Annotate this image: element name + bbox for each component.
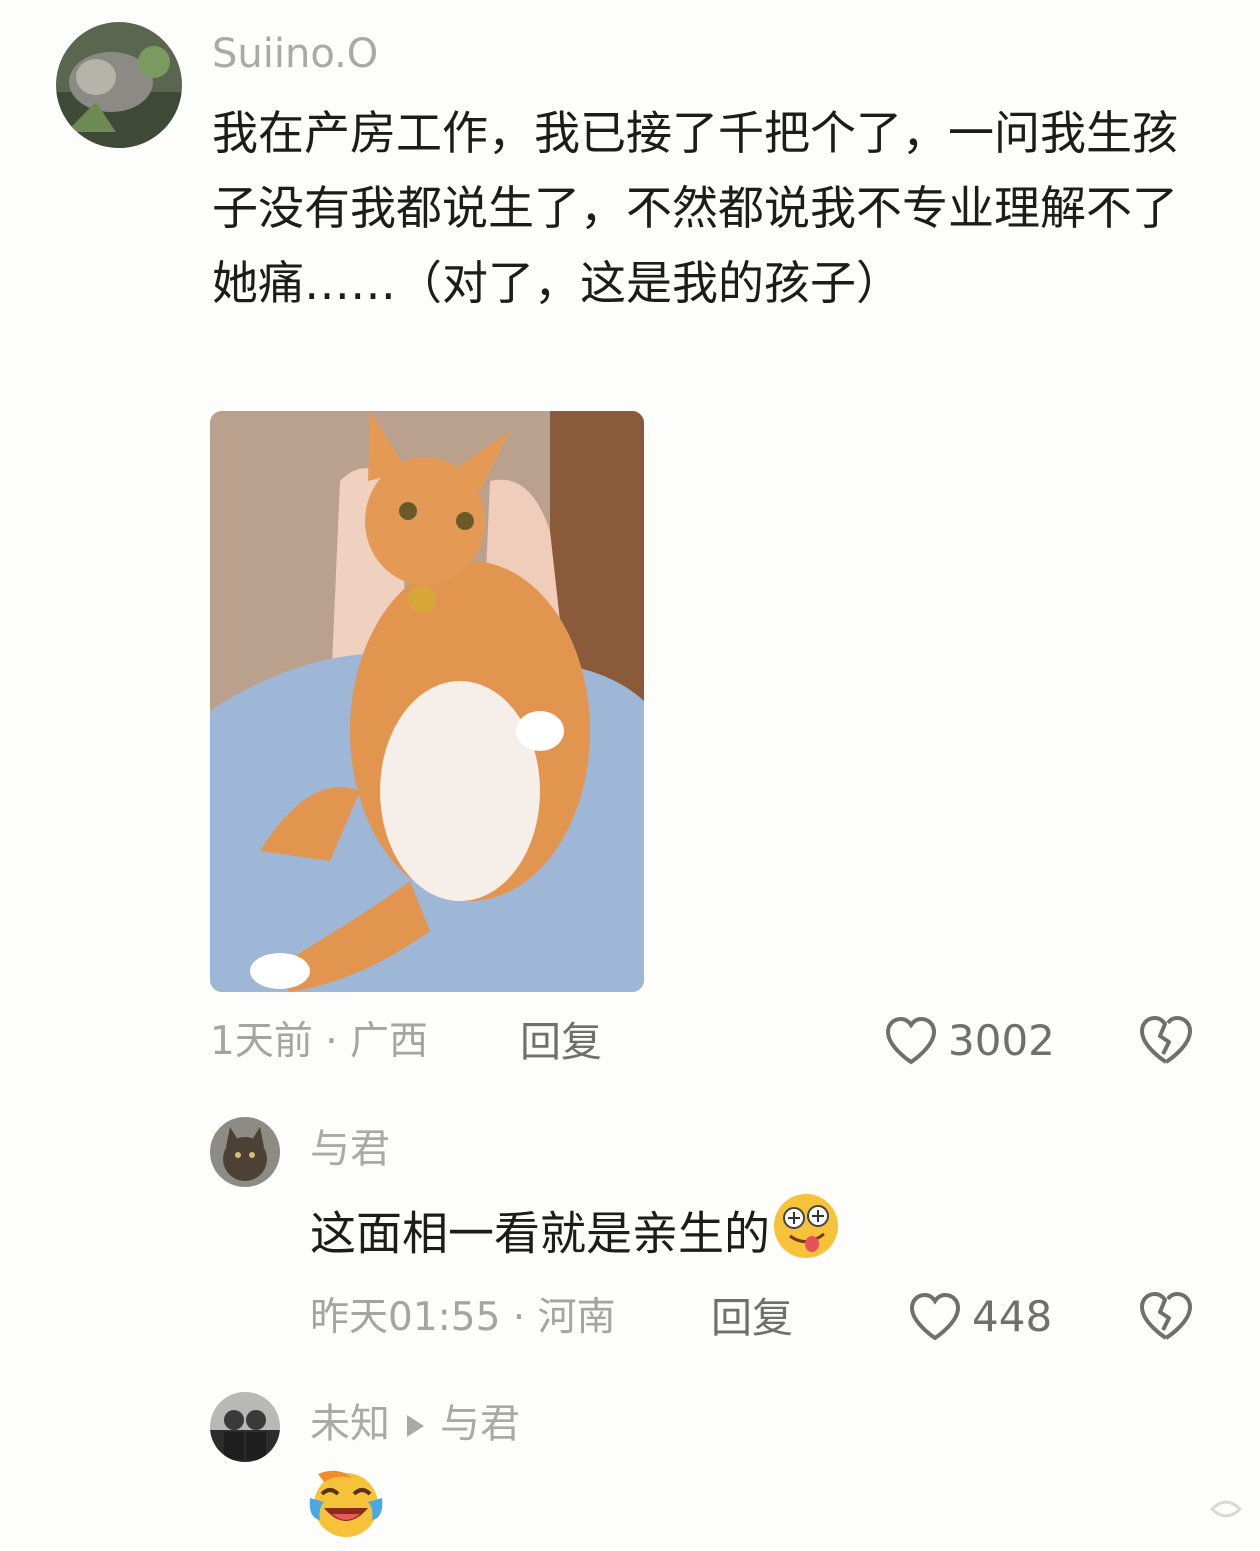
dislike-button[interactable] — [1138, 1290, 1194, 1342]
reply-username[interactable]: 未知 — [310, 1401, 390, 1447]
watermark-icon — [1206, 1491, 1246, 1531]
reply-avatar[interactable] — [210, 1392, 280, 1462]
heart-icon — [908, 1292, 962, 1342]
reply-to-username[interactable]: 与君 — [440, 1401, 520, 1447]
like-button[interactable]: 448 — [908, 1292, 1052, 1342]
reply-avatar[interactable] — [210, 1117, 280, 1187]
reply-username[interactable]: 与君 — [310, 1129, 390, 1169]
reply-to-arrow-icon — [404, 1406, 426, 1446]
reply-button[interactable]: 回复 — [520, 1022, 602, 1063]
reply-text-body: 这面相一看就是亲生的 — [310, 1206, 770, 1261]
broken-heart-icon — [1138, 1014, 1194, 1066]
comment-image[interactable] — [210, 411, 644, 992]
broken-heart-icon — [1138, 1290, 1194, 1342]
reply-username-line: 未知 与君 — [310, 1404, 520, 1446]
comment-text: 我在产房工作，我已接了千把个了，一问我生孩子没有我都说生了，不然都说我不专业理解… — [212, 106, 1178, 310]
like-count: 448 — [972, 1292, 1053, 1341]
drooling-face-emoji — [770, 1192, 842, 1282]
reply-text: 这面相一看就是亲生的 — [310, 1192, 842, 1282]
like-button[interactable]: 3002 — [884, 1016, 1055, 1066]
laughing-crying-face-emoji — [308, 1468, 384, 1542]
commenter-avatar[interactable] — [56, 22, 182, 148]
commenter-username[interactable]: Suiino.O — [212, 34, 378, 74]
dislike-button[interactable] — [1138, 1014, 1194, 1066]
reply-meta: 昨天01:55 · 河南 — [310, 1295, 616, 1340]
reply-button[interactable]: 回复 — [711, 1298, 793, 1339]
comment-meta: 1天前 · 广西 — [210, 1019, 429, 1064]
like-count: 3002 — [948, 1016, 1055, 1065]
heart-icon — [884, 1016, 938, 1066]
